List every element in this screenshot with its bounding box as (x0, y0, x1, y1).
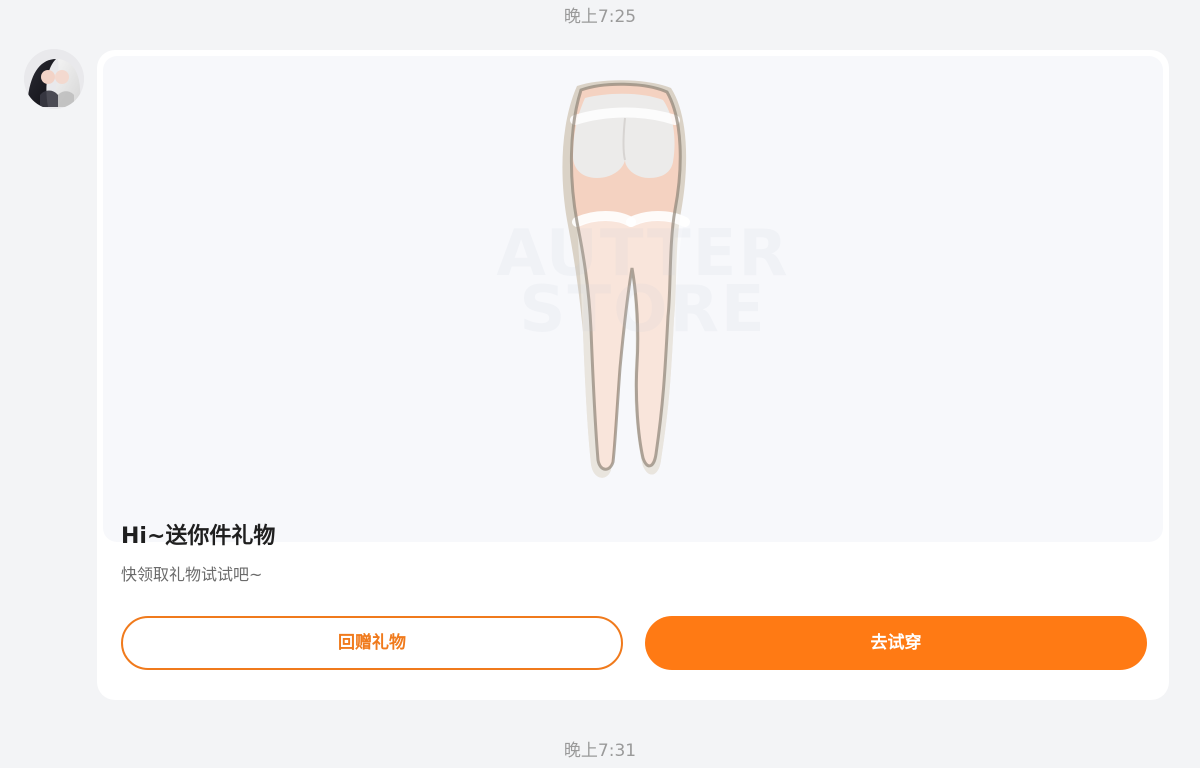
gift-card[interactable]: AUTTER STORE Hi~送你件礼物 快领取礼物试试吧~ 回赠礼物 去试穿 (97, 50, 1169, 700)
gift-image: AUTTER STORE (103, 56, 1163, 542)
return-gift-button[interactable]: 回赠礼物 (121, 616, 623, 670)
chat-timestamp-top: 晚上7:25 (563, 7, 637, 27)
chat-timestamp-bottom: 晚上7:31 (563, 741, 637, 761)
gift-title: Hi~送你件礼物 (121, 524, 276, 549)
gift-subtitle: 快领取礼物试试吧~ (121, 565, 263, 584)
user-avatar[interactable] (24, 49, 84, 109)
watermark: AUTTER STORE (496, 217, 790, 347)
try-on-button[interactable]: 去试穿 (645, 616, 1147, 670)
user-avatar-icon (24, 49, 84, 109)
